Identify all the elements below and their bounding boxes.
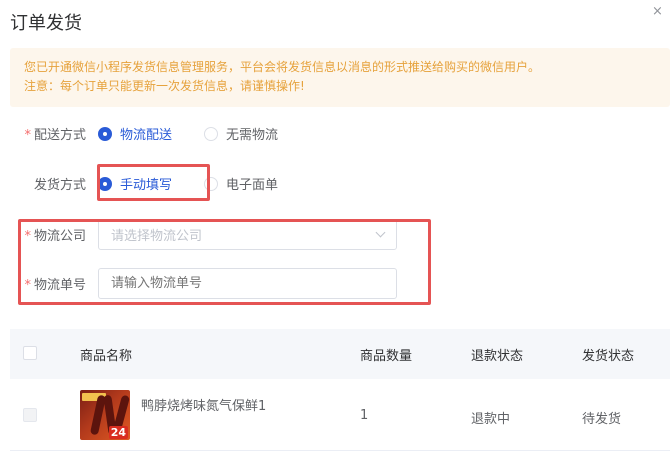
ship-method-row: 发货方式 手动填写 电子面单 [0, 174, 278, 193]
radio-icon [204, 176, 219, 191]
radio-icon [204, 126, 219, 141]
company-placeholder: 请选择物流公司 [111, 229, 203, 244]
radio-logistics[interactable]: 物流配送 [98, 124, 172, 143]
table-header: 商品名称 商品数量 退款状态 发货状态 [10, 329, 670, 379]
company-select[interactable]: 请选择物流公司 [98, 219, 397, 250]
tracking-row: * 物流单号 [0, 268, 397, 299]
radio-icon [98, 126, 112, 141]
product-name: 鸭脖烧烤味氮气保鲜1 [141, 399, 267, 414]
dialog-title: 订单发货 [10, 13, 82, 34]
radio-e-waybill[interactable]: 电子面单 [204, 174, 278, 193]
radio-no-logistics-label: 无需物流 [226, 128, 279, 143]
header-quantity: 商品数量 [360, 349, 413, 364]
radio-manual-entry-label: 手动填写 [120, 178, 173, 193]
company-row: * 物流公司 请选择物流公司 [0, 219, 397, 250]
row-checkbox[interactable] [23, 408, 37, 422]
product-thumbnail: 24 [80, 390, 130, 440]
thumbnail-badge: 24 [108, 426, 128, 439]
radio-no-logistics[interactable]: 无需物流 [204, 124, 278, 143]
wechat-notice: 您已开通微信小程序发货信息管理服务，平台会将发货信息以消息的形式推送给购买的微信… [10, 48, 670, 107]
header-product-name: 商品名称 [80, 349, 133, 364]
tracking-input[interactable] [98, 268, 397, 299]
required-mark: * [24, 128, 31, 143]
required-mark: * [24, 229, 31, 244]
ship-status: 待发货 [582, 412, 622, 427]
close-icon[interactable]: × [652, 4, 663, 20]
ship-method-label: 发货方式 [33, 178, 86, 193]
notice-line-2: 注意：每个订单只能更新一次发货信息，请谨慎操作! [24, 79, 305, 93]
refund-status: 退款中 [471, 412, 511, 427]
product-quantity: 1 [360, 408, 369, 423]
delivery-type-row: * 配送方式 物流配送 无需物流 [0, 124, 278, 143]
tracking-label-text: 物流单号 [33, 278, 86, 293]
select-all-checkbox[interactable] [23, 346, 37, 360]
table-row: 24 鸭脖烧烤味氮气保鲜1 1 退款中 待发货 [10, 379, 670, 451]
radio-logistics-label: 物流配送 [120, 128, 173, 143]
required-mark: * [24, 278, 31, 293]
radio-manual-entry[interactable]: 手动填写 [98, 174, 172, 193]
header-ship-status: 发货状态 [582, 349, 635, 364]
radio-icon [98, 176, 112, 191]
chevron-down-icon [375, 227, 386, 238]
company-label-text: 物流公司 [33, 229, 86, 244]
delivery-type-label-text: 配送方式 [33, 128, 86, 143]
tracking-label: * 物流单号 [0, 274, 98, 293]
company-label: * 物流公司 [0, 225, 98, 244]
notice-line-1: 您已开通微信小程序发货信息管理服务，平台会将发货信息以消息的形式推送给购买的微信… [24, 60, 541, 74]
header-refund-status: 退款状态 [471, 349, 524, 364]
radio-e-waybill-label: 电子面单 [226, 178, 279, 193]
delivery-type-label: * 配送方式 [0, 124, 98, 143]
